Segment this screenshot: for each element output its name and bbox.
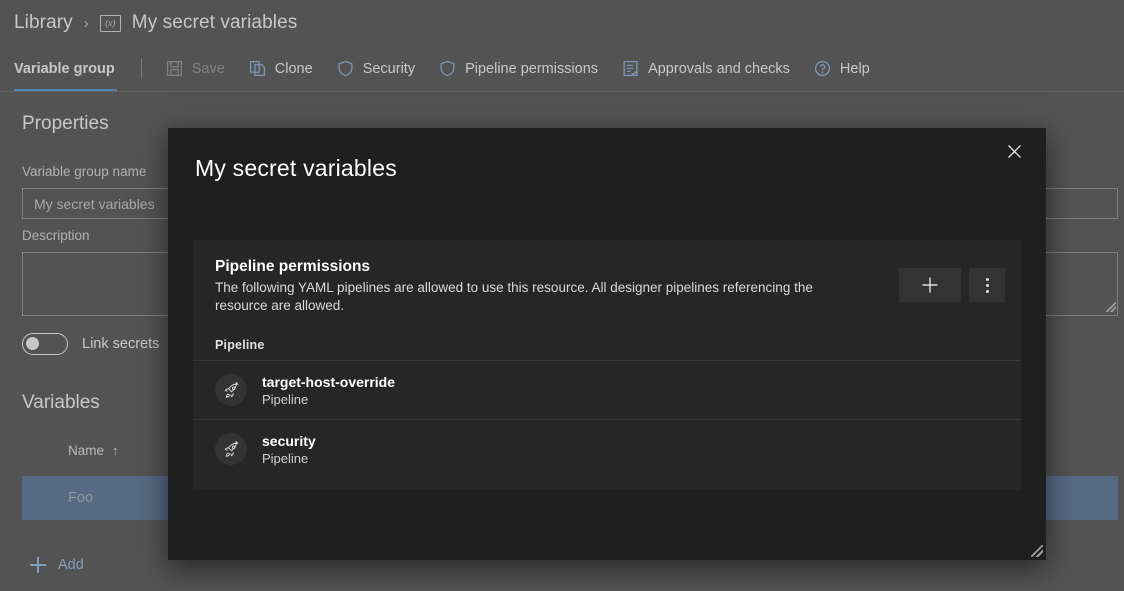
pipeline-type: Pipeline <box>262 450 309 466</box>
plus-icon <box>922 277 938 293</box>
dialog-resize-grip-icon[interactable] <box>1031 545 1043 557</box>
more-options-button[interactable] <box>969 268 1005 302</box>
add-pipeline-button[interactable] <box>899 268 961 302</box>
card-description: The following YAML pipelines are allowed… <box>215 280 813 313</box>
rocket-icon <box>215 433 247 465</box>
card-actions <box>899 268 1005 302</box>
card-title: Pipeline permissions <box>215 258 371 275</box>
list-item[interactable]: target-host-override Pipeline <box>193 360 1021 419</box>
pipeline-permissions-dialog: My secret variables Pipeline permissions… <box>168 128 1046 560</box>
list-item-text: security Pipeline <box>262 433 316 466</box>
close-icon <box>1007 144 1021 158</box>
rocket-icon <box>215 374 247 406</box>
dialog-title: My secret variables <box>195 155 397 181</box>
card-header: Pipeline permissions The following YAML … <box>215 258 891 315</box>
pipeline-type: Pipeline <box>262 391 309 407</box>
kebab-menu-icon <box>985 277 989 293</box>
pipeline-name: target-host-override <box>262 373 396 390</box>
pipeline-name: security <box>262 432 316 449</box>
pipeline-list: target-host-override Pipeline security P… <box>193 360 1021 478</box>
dialog-close-button[interactable] <box>998 135 1030 167</box>
pipeline-permissions-card: Pipeline permissions The following YAML … <box>193 240 1021 490</box>
list-item-text: target-host-override Pipeline <box>262 374 395 407</box>
pipeline-column-header: Pipeline <box>215 338 265 352</box>
list-item[interactable]: security Pipeline <box>193 419 1021 478</box>
